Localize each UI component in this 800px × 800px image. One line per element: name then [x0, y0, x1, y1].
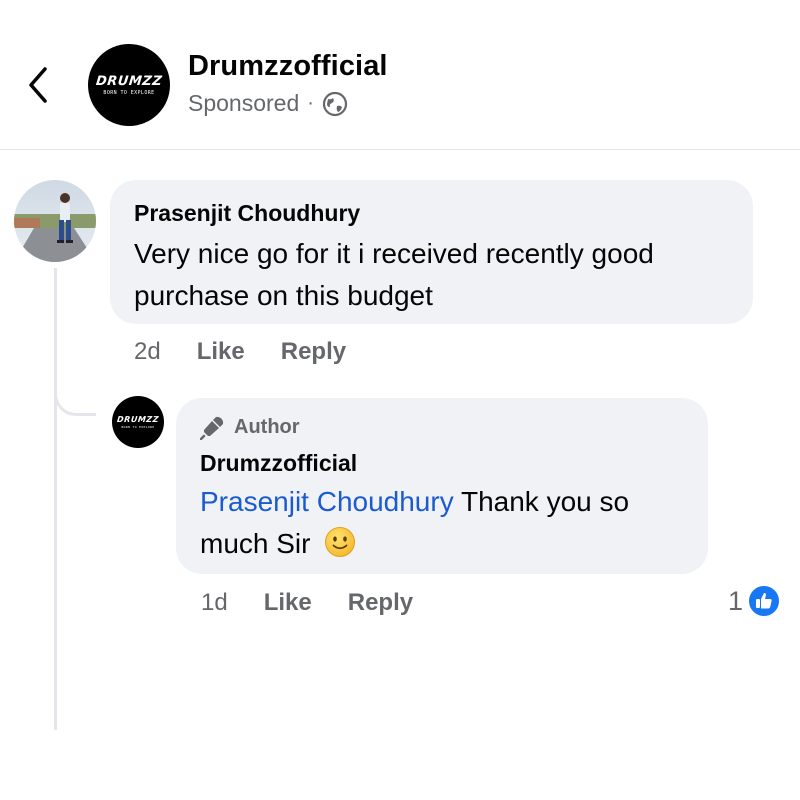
logo-tagline: BORN TO EXPLORE — [103, 89, 155, 96]
reply-actions: 1d Like Reply — [201, 589, 449, 617]
author-badge-label: Author — [234, 415, 300, 438]
page-avatar[interactable]: DRUMZZ BORN TO EXPLORE — [88, 44, 170, 126]
reply-avatar[interactable]: DRUMZZ BORN TO EXPLORE — [112, 396, 164, 448]
commenter-avatar[interactable] — [14, 180, 96, 262]
post-header: DRUMZZ BORN TO EXPLORE Drumzzofficial Sp… — [0, 0, 800, 150]
reply-time[interactable]: 1d — [201, 589, 228, 617]
globe-icon — [322, 91, 348, 116]
thumbs-up-icon — [747, 584, 782, 618]
reply-button[interactable]: Reply — [348, 589, 413, 617]
reaction-count: 1 — [728, 585, 744, 616]
microphone-icon — [200, 416, 224, 440]
comment-text: Very nice go for it i received recently … — [134, 238, 654, 311]
separator-dot: · — [307, 92, 314, 114]
chevron-left-icon — [29, 67, 47, 103]
back-button[interactable] — [18, 60, 58, 110]
like-button[interactable]: Like — [264, 589, 312, 617]
sponsored-label: Sponsored — [188, 90, 300, 116]
author-badge: Author — [200, 414, 684, 440]
comment-author[interactable]: Prasenjit Choudhury — [134, 200, 729, 227]
comment-time[interactable]: 2d — [134, 338, 161, 366]
mention-link[interactable]: Prasenjit Choudhury — [200, 486, 454, 517]
comment-actions: 2d Like Reply — [134, 338, 382, 366]
comment-bubble[interactable]: Prasenjit Choudhury Very nice go for it … — [110, 180, 753, 324]
reaction-summary[interactable]: 1 — [728, 584, 782, 618]
thread-connector — [54, 370, 96, 416]
logo-text: DRUMZZ — [116, 414, 160, 424]
reply-author[interactable]: Drumzzofficial — [200, 450, 684, 477]
sponsored-row: Sponsored · — [188, 90, 348, 117]
reply-bubble[interactable]: Author Drumzzofficial Prasenjit Choudhur… — [176, 398, 708, 574]
logo-tagline: BORN TO EXPLORE — [121, 424, 155, 429]
thread-line — [54, 268, 57, 730]
slightly-smiling-face-icon — [325, 527, 356, 557]
avatar-photo — [14, 180, 96, 262]
reply-text: Prasenjit Choudhury Thank you so much Si… — [200, 481, 684, 565]
reply-button[interactable]: Reply — [281, 338, 346, 366]
page-name[interactable]: Drumzzofficial — [188, 50, 388, 83]
logo-text: DRUMZZ — [95, 73, 163, 89]
like-button[interactable]: Like — [197, 338, 245, 366]
